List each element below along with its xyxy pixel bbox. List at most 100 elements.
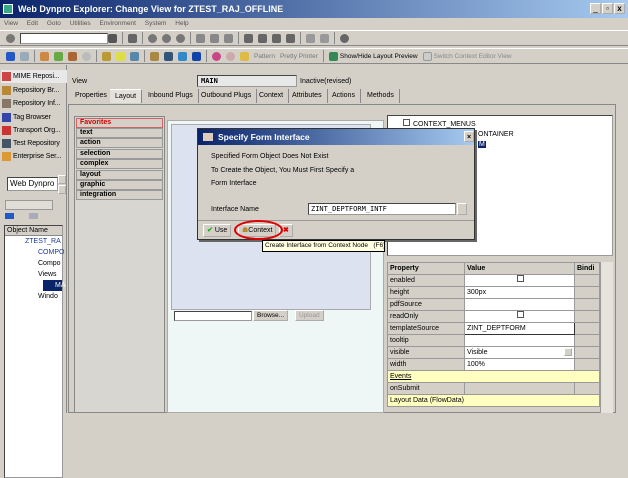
first-page-icon[interactable]: [244, 33, 253, 43]
navigation-icon[interactable]: [130, 51, 139, 61]
tab-inbound-plugs[interactable]: Inbound Plugs: [143, 89, 199, 103]
menu-environment[interactable]: Environment: [99, 20, 136, 27]
scroll-up-icon[interactable]: [58, 175, 66, 184]
tab-attributes[interactable]: Attributes: [287, 89, 328, 103]
palette-layout[interactable]: layout: [76, 170, 163, 180]
nav-transport-organizer[interactable]: Transport Org...: [1, 124, 67, 137]
palette-complex[interactable]: complex: [76, 159, 163, 169]
properties-scrollbar[interactable]: [600, 262, 613, 413]
chevron-down-icon[interactable]: [564, 348, 572, 356]
dialog-close-button[interactable]: ×: [464, 131, 474, 142]
palette-favorites[interactable]: Favorites: [76, 118, 163, 128]
activate-icon[interactable]: [68, 51, 77, 61]
restore-button[interactable]: ▫: [602, 3, 613, 14]
property-value[interactable]: [464, 310, 575, 323]
binding-button[interactable]: [574, 286, 600, 299]
tab-context[interactable]: Context: [254, 89, 290, 103]
pattern-button[interactable]: Pattern: [254, 53, 275, 60]
next-page-icon[interactable]: [272, 33, 281, 43]
enter-icon[interactable]: [6, 33, 15, 43]
palette-integration[interactable]: integration: [76, 190, 163, 200]
binding-button[interactable]: [574, 358, 600, 371]
wizard-icon[interactable]: [240, 51, 249, 61]
nav-repository-browser[interactable]: Repository Br...: [1, 84, 67, 97]
nav-test-repository[interactable]: Test Repository: [1, 137, 67, 150]
dropdown-icon[interactable]: [108, 33, 117, 43]
edit-icon[interactable]: [40, 51, 49, 61]
nav-enterprise-services[interactable]: Enterprise Ser...: [1, 150, 67, 163]
binding-button[interactable]: [574, 322, 600, 335]
binding-button[interactable]: [574, 334, 600, 347]
scroll-down-icon[interactable]: [58, 185, 66, 194]
property-value[interactable]: 100%: [464, 358, 575, 371]
property-value[interactable]: [464, 298, 575, 311]
object-type-dropdown[interactable]: Web Dynpro: [7, 177, 58, 191]
interface-name-input[interactable]: ZINT_DEPTFORM_INTF: [308, 203, 456, 215]
menu-edit[interactable]: Edit: [27, 20, 38, 27]
upload-button[interactable]: Upload: [295, 310, 324, 321]
forward-arrow-icon[interactable]: [20, 51, 29, 61]
property-value[interactable]: [464, 334, 575, 347]
tree-node-container[interactable]: ONTAINER: [478, 131, 514, 138]
tree-node-component-interface[interactable]: Compo: [5, 258, 62, 269]
hierarchy-icon[interactable]: [102, 51, 111, 61]
switch-context-editor-button[interactable]: Switch Context Editor View: [434, 53, 512, 60]
tree-node-main-view[interactable]: MA: [43, 280, 66, 291]
last-page-icon[interactable]: [286, 33, 295, 43]
prev-page-icon[interactable]: [258, 33, 267, 43]
browse-button[interactable]: Browse...: [253, 310, 289, 321]
readonly-checkbox[interactable]: [517, 311, 524, 318]
binding-button[interactable]: [574, 310, 600, 323]
save-icon[interactable]: [128, 33, 137, 43]
command-field[interactable]: [20, 32, 108, 44]
forward-arrow-icon[interactable]: [29, 213, 38, 219]
create-event-handler-button[interactable]: [574, 382, 600, 395]
menu-view[interactable]: View: [4, 20, 18, 27]
property-value[interactable]: [464, 274, 575, 287]
use-button[interactable]: ✔ Use: [203, 224, 232, 237]
print-icon[interactable]: [196, 33, 205, 43]
window-icon[interactable]: [178, 51, 187, 61]
display-object-icon[interactable]: [164, 51, 173, 61]
horizontal-scrollbar[interactable]: [5, 200, 53, 210]
events-section[interactable]: Events: [387, 370, 600, 383]
tab-layout[interactable]: Layout: [110, 89, 143, 103]
shortcut-icon[interactable]: [320, 33, 329, 43]
back-icon[interactable]: [148, 33, 157, 43]
back-arrow-icon[interactable]: [5, 213, 14, 219]
find-next-icon[interactable]: [224, 33, 233, 43]
menu-help[interactable]: Help: [175, 20, 188, 27]
show-hide-layout-preview-button[interactable]: Show/Hide Layout Preview: [340, 53, 418, 60]
visible-dropdown[interactable]: Visible: [464, 346, 575, 359]
help-icon[interactable]: [340, 33, 349, 43]
palette-text[interactable]: text: [76, 128, 163, 138]
menu-goto[interactable]: Goto: [47, 20, 61, 27]
binding-button[interactable]: [574, 274, 600, 287]
nav-repository-info[interactable]: Repository Inf...: [1, 97, 67, 110]
cancel-icon[interactable]: [176, 33, 185, 43]
palette-selection[interactable]: selection: [76, 149, 163, 159]
info-icon[interactable]: [192, 51, 201, 61]
inactive-icon[interactable]: [226, 51, 235, 61]
binding-button[interactable]: [574, 298, 600, 311]
binding-button[interactable]: [574, 346, 600, 359]
tree-node-component-controller[interactable]: COMPO: [5, 247, 64, 258]
close-button[interactable]: x: [614, 3, 625, 14]
tab-outbound-plugs[interactable]: Outbound Plugs: [196, 89, 258, 103]
where-used-icon[interactable]: [116, 51, 125, 61]
nav-mime-repository[interactable]: MIME Reposi...: [1, 70, 67, 83]
enabled-checkbox[interactable]: [517, 275, 524, 282]
back-arrow-icon[interactable]: [6, 51, 15, 61]
find-icon[interactable]: [210, 33, 219, 43]
palette-graphic[interactable]: graphic: [76, 180, 163, 190]
property-value[interactable]: 300px: [464, 286, 575, 299]
template-source-input[interactable]: ZINT_DEPTFORM: [464, 322, 575, 335]
exit-icon[interactable]: [162, 33, 171, 43]
tree-node-context-menus[interactable]: CONTEXT_MENUS: [403, 119, 476, 128]
tree-node-views[interactable]: Views: [5, 269, 62, 280]
new-session-icon[interactable]: [306, 33, 315, 43]
object-list-icon[interactable]: [150, 51, 159, 61]
minimize-button[interactable]: _: [590, 3, 601, 14]
tab-actions[interactable]: Actions: [327, 89, 361, 103]
tab-methods[interactable]: Methods: [362, 89, 400, 103]
